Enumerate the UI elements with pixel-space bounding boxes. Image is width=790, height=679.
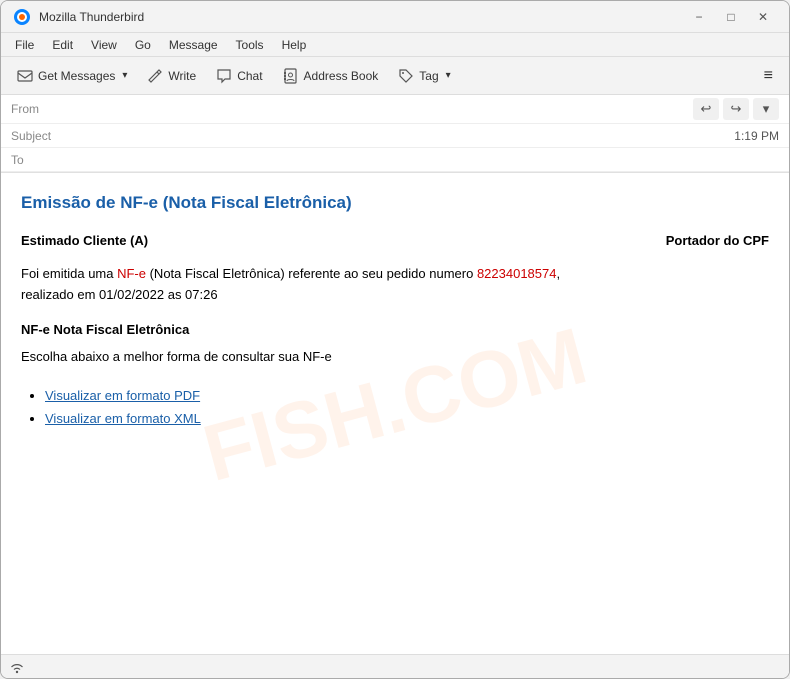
menu-file[interactable]: File <box>7 36 42 54</box>
close-button[interactable]: ✕ <box>749 7 777 27</box>
from-row: From ↩ ↪ ▾ <box>1 95 789 124</box>
menu-tools[interactable]: Tools <box>228 36 272 54</box>
pdf-link[interactable]: Visualizar em formato PDF <box>45 388 200 403</box>
to-label: To <box>11 153 66 167</box>
body-before-nfe: Foi emitida uma <box>21 266 117 281</box>
email-header: From ↩ ↪ ▾ Subject 1:19 PM To <box>1 95 789 173</box>
order-number: 82234018574 <box>477 266 557 281</box>
email-body-paragraph: Foi emitida uma NF-e (Nota Fiscal Eletrô… <box>21 264 769 306</box>
get-messages-icon <box>17 68 33 84</box>
section-title: NF-e Nota Fiscal Eletrônica <box>21 322 769 337</box>
minimize-button[interactable]: − <box>685 7 713 27</box>
cpf-label: Portador do CPF <box>666 233 769 248</box>
more-actions-button[interactable]: ▾ <box>753 98 779 120</box>
get-messages-arrow[interactable]: ▾ <box>122 70 127 81</box>
nfe-highlight: NF-e <box>117 266 146 281</box>
menu-go[interactable]: Go <box>127 36 159 54</box>
email-body: FISH.COM Emissão de NF-e (Nota Fiscal El… <box>1 173 789 654</box>
body-after-nfe: (Nota Fiscal Eletrônica) referente ao se… <box>146 266 477 281</box>
statusbar <box>1 654 789 678</box>
greeting-row: Estimado Cliente (A) Portador do CPF <box>21 233 769 248</box>
menubar: File Edit View Go Message Tools Help <box>1 33 789 57</box>
tag-arrow[interactable]: ▾ <box>446 70 451 81</box>
tag-button[interactable]: Tag ▾ <box>390 64 458 88</box>
chat-button[interactable]: Chat <box>208 64 270 88</box>
write-icon <box>147 68 163 84</box>
xml-link[interactable]: Visualizar em formato XML <box>45 411 201 426</box>
wifi-status <box>9 659 25 675</box>
subject-label: Subject <box>11 129 66 143</box>
maximize-button[interactable]: □ <box>717 7 745 27</box>
address-book-label: Address Book <box>304 69 379 83</box>
titlebar: Mozilla Thunderbird − □ ✕ <box>1 1 789 33</box>
window-title: Mozilla Thunderbird <box>39 10 685 24</box>
menu-view[interactable]: View <box>83 36 125 54</box>
subject-row: Subject 1:19 PM <box>1 124 789 148</box>
address-book-button[interactable]: Address Book <box>275 64 387 88</box>
window-controls: − □ ✕ <box>685 7 777 27</box>
email-time: 1:19 PM <box>734 129 779 143</box>
menu-message[interactable]: Message <box>161 36 226 54</box>
reply-button[interactable]: ↩ <box>693 98 719 120</box>
app-icon <box>13 8 31 26</box>
chat-icon <box>216 68 232 84</box>
hamburger-menu-button[interactable]: ≡ <box>756 63 781 89</box>
xml-link-item: Visualizar em formato XML <box>45 411 769 426</box>
menu-edit[interactable]: Edit <box>44 36 81 54</box>
address-book-icon <box>283 68 299 84</box>
menu-help[interactable]: Help <box>274 36 315 54</box>
email-content: Emissão de NF-e (Nota Fiscal Eletrônica)… <box>21 193 769 426</box>
write-label: Write <box>168 69 196 83</box>
pdf-link-item: Visualizar em formato PDF <box>45 388 769 403</box>
chat-label: Chat <box>237 69 262 83</box>
email-subject-heading: Emissão de NF-e (Nota Fiscal Eletrônica) <box>21 193 769 213</box>
get-messages-label: Get Messages <box>38 69 115 83</box>
write-button[interactable]: Write <box>139 64 204 88</box>
toolbar: Get Messages ▾ Write Chat <box>1 57 789 95</box>
to-row: To <box>1 148 789 172</box>
email-links: Visualizar em formato PDF Visualizar em … <box>21 388 769 426</box>
tag-icon <box>398 68 414 84</box>
tag-label: Tag <box>419 69 438 83</box>
main-window: Mozilla Thunderbird − □ ✕ File Edit View… <box>0 0 790 679</box>
email-actions: ↩ ↪ ▾ <box>693 98 779 120</box>
forward-button[interactable]: ↪ <box>723 98 749 120</box>
wifi-icon <box>9 659 25 675</box>
from-label: From <box>11 102 66 116</box>
email-greeting: Estimado Cliente (A) <box>21 233 148 248</box>
get-messages-button[interactable]: Get Messages ▾ <box>9 64 135 88</box>
consult-text: Escolha abaixo a melhor forma de consult… <box>21 349 769 364</box>
